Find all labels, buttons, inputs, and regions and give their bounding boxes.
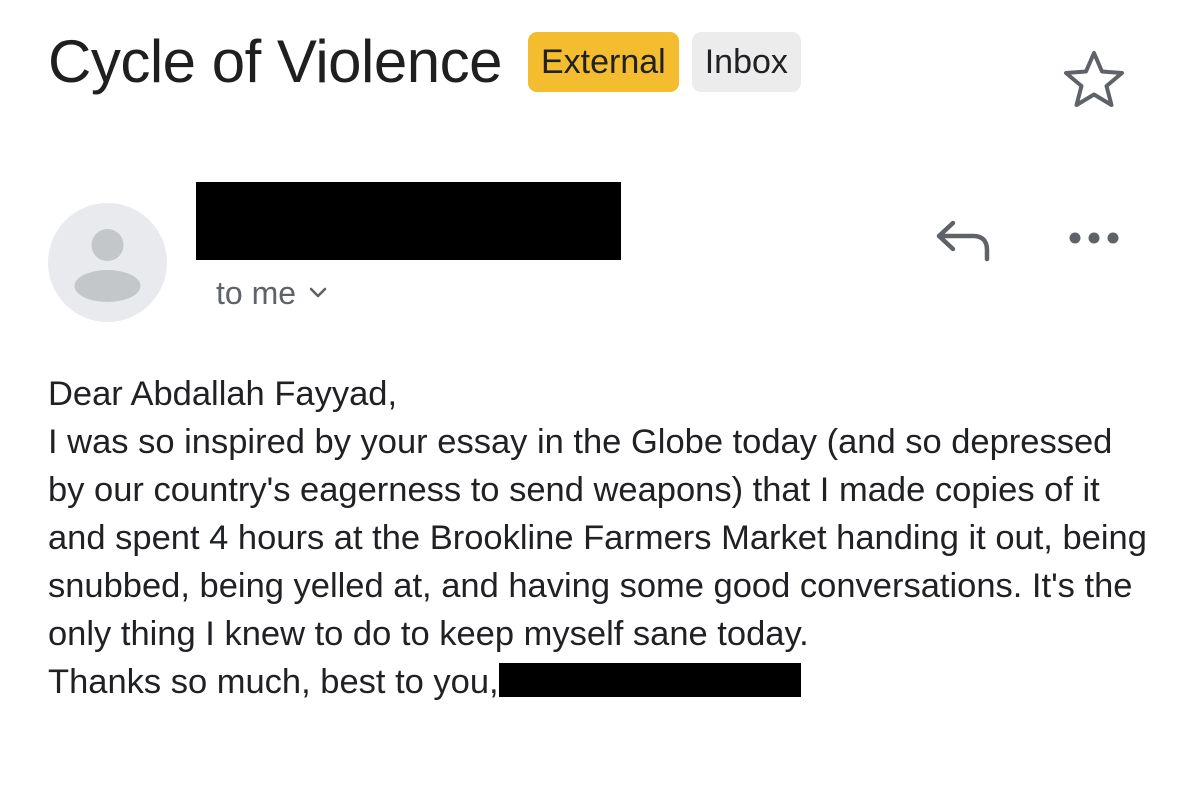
star-icon[interactable] [1062,48,1126,108]
signature-redaction [498,663,801,697]
reply-icon [936,220,990,262]
email-signoff: Thanks so much, best to you, [48,658,1158,706]
more-horizontal-icon [1069,232,1119,244]
sender-name-redaction [196,182,621,260]
signoff-text: Thanks so much, best to you, [48,663,499,701]
label-external-chip[interactable]: External [527,32,679,92]
recipient-toggle[interactable]: to me [216,272,328,314]
default-avatar-icon [74,229,141,302]
email-header: Cycle of Violence External Inbox [48,24,814,100]
email-subject: Cycle of Violence [48,28,502,95]
email-paragraph: I was so inspired by your essay in the G… [48,423,1147,653]
email-greeting: Dear Abdallah Fayyad, [48,375,398,413]
reply-button[interactable] [933,214,993,264]
more-options-button[interactable] [1066,226,1122,250]
sender-avatar[interactable] [48,203,167,322]
label-inbox-chip[interactable]: Inbox [691,32,801,92]
recipient-label: to me [216,274,297,311]
email-body: Dear Abdallah Fayyad, I was so inspired … [48,370,1158,706]
chevron-down-icon [309,287,327,298]
